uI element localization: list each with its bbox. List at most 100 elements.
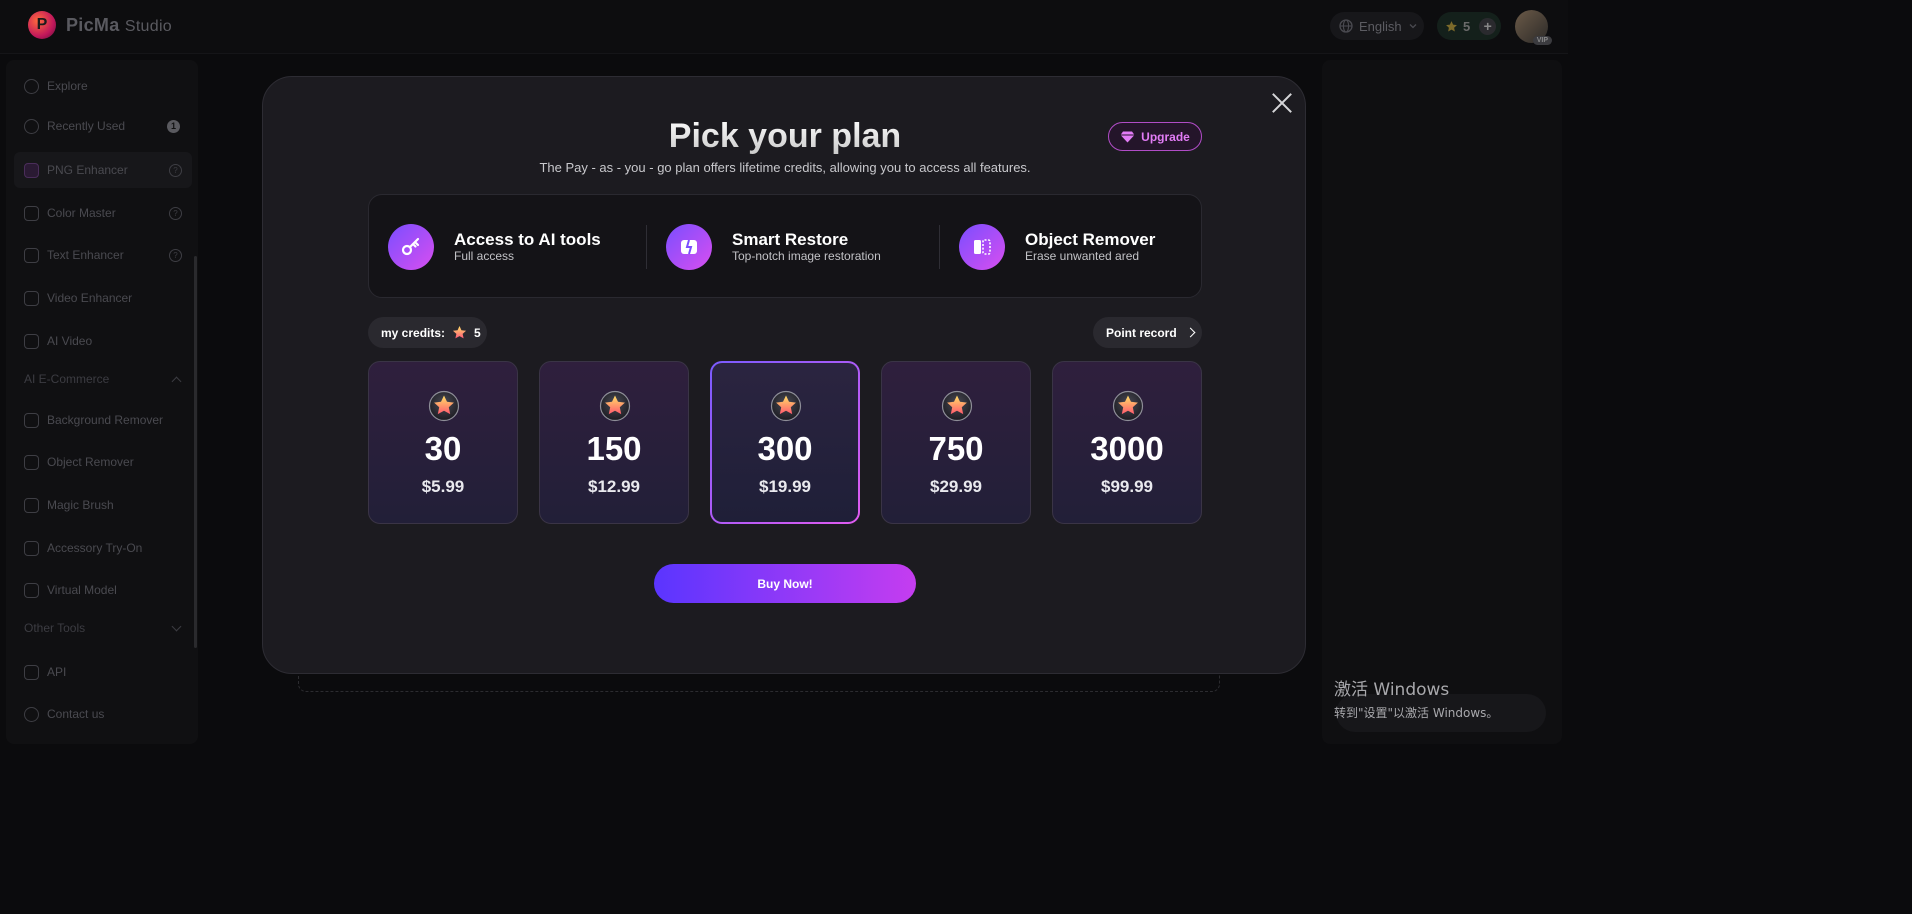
sidebar-item-virtual-model[interactable]: Virtual Model xyxy=(14,572,192,608)
plan-price: $5.99 xyxy=(421,477,465,496)
video-icon xyxy=(24,290,39,306)
plan-list: 30 $5.99 150 $12.99 300 $19.99 750 $29.9… xyxy=(368,361,1202,524)
sidebar-item-label: API xyxy=(47,665,67,679)
features-panel: Access to AI tools Full access Smart Res… xyxy=(368,194,1202,298)
feature-subtitle: Erase unwanted ared xyxy=(1025,249,1140,263)
accessory-icon xyxy=(24,540,39,556)
user-avatar[interactable]: VIP xyxy=(1515,10,1552,45)
plan-credits: 300 xyxy=(757,430,813,467)
chevron-down-icon xyxy=(171,621,182,632)
plan-credits: 30 xyxy=(424,430,462,467)
sidebar-item-label: Recently Used xyxy=(47,119,126,133)
sidebar-item-png-enhancer[interactable]: PNG Enhancer ? xyxy=(14,152,192,188)
sidebar-item-contact-us[interactable]: Contact us xyxy=(14,696,192,732)
upgrade-button[interactable]: Upgrade xyxy=(1108,122,1202,151)
feature-divider xyxy=(939,225,940,269)
sidebar-item-label: Object Remover xyxy=(47,455,134,469)
brush-icon xyxy=(24,497,39,513)
sidebar-item-label: PNG Enhancer xyxy=(47,163,128,177)
eraser-icon xyxy=(959,224,1005,270)
restore-icon xyxy=(666,224,712,270)
sidebar-item-color-master[interactable]: Color Master ? xyxy=(14,195,192,231)
feature-subtitle: Top-notch image restoration xyxy=(732,249,881,263)
sidebar-item-ai-video[interactable]: AI Video xyxy=(14,323,192,359)
plan-card-750[interactable]: 750 $29.99 xyxy=(881,361,1031,524)
globe-icon xyxy=(1339,19,1353,33)
sidebar-item-label: AI Video xyxy=(47,334,93,348)
sidebar-item-label: Explore xyxy=(47,79,88,93)
sidebar-item-accessory-try-on[interactable]: Accessory Try-On xyxy=(14,530,192,566)
sidebar-item-magic-brush[interactable]: Magic Brush xyxy=(14,487,192,523)
model-icon xyxy=(24,582,39,598)
sidebar-item-label: Text Enhancer xyxy=(47,248,124,262)
explore-icon xyxy=(24,78,39,94)
point-record-button[interactable]: Point record xyxy=(1093,317,1202,348)
contact-icon xyxy=(24,706,39,722)
section-label: Other Tools xyxy=(24,621,86,635)
sidebar-item-object-remover[interactable]: Object Remover xyxy=(14,444,192,480)
api-icon xyxy=(24,664,39,680)
section-label: AI E-Commerce xyxy=(24,372,110,386)
key-icon xyxy=(388,224,434,270)
picma-logo: P xyxy=(28,11,56,39)
plan-credits: 150 xyxy=(586,430,642,467)
chevron-up-icon xyxy=(171,376,182,387)
feature-title: Object Remover xyxy=(1025,230,1156,249)
vip-badge: VIP xyxy=(1532,36,1552,45)
language-selector[interactable]: English xyxy=(1330,12,1424,40)
chevron-down-icon xyxy=(1409,24,1417,29)
brand[interactable]: P PicMa Studio xyxy=(28,11,172,39)
my-credits: my credits: 5 xyxy=(368,317,487,348)
plan-price: $29.99 xyxy=(930,477,982,496)
sidebar-item-recently-used[interactable]: Recently Used 1 xyxy=(14,108,192,144)
add-credits-button[interactable]: + xyxy=(1479,17,1497,35)
help-icon[interactable]: ? xyxy=(169,206,182,220)
sidebar-item-text-enhancer[interactable]: Text Enhancer ? xyxy=(14,237,192,273)
sidebar-item-api[interactable]: API xyxy=(14,654,192,690)
watermark-line-1: 激活 Windows xyxy=(1334,680,1450,700)
section-other-tools[interactable]: Other Tools xyxy=(14,616,192,640)
sidebar-item-video-enhancer[interactable]: Video Enhancer xyxy=(14,280,192,316)
help-icon[interactable]: ? xyxy=(169,248,182,262)
sidebar-item-label: Background Remover xyxy=(47,413,164,427)
point-record-label: Point record xyxy=(1106,325,1177,340)
sidebar-item-explore[interactable]: Explore xyxy=(14,68,192,104)
background-remover-icon xyxy=(24,412,39,428)
feature-subtitle: Full access xyxy=(454,249,515,263)
my-credits-value: 5 xyxy=(474,325,481,340)
ai-video-icon xyxy=(24,333,39,349)
header-credits-value: 5 xyxy=(1463,18,1471,34)
object-remover-icon xyxy=(24,454,39,470)
feature-divider xyxy=(646,225,647,269)
recent-count-badge: 1 xyxy=(167,119,180,133)
plan-card-300[interactable]: 300 $19.99 xyxy=(710,361,860,524)
buy-now-button[interactable]: Buy Now! xyxy=(654,564,916,603)
section-ai-ecommerce[interactable]: AI E-Commerce xyxy=(14,367,192,391)
diamond-icon xyxy=(1120,131,1135,142)
sidebar-item-label: Magic Brush xyxy=(47,498,114,512)
plan-card-30[interactable]: 30 $5.99 xyxy=(368,361,518,524)
star-coin-icon xyxy=(941,390,973,422)
help-icon[interactable]: ? xyxy=(169,163,182,177)
star-coin-icon xyxy=(1112,390,1144,422)
plan-card-3000[interactable]: 3000 $99.99 xyxy=(1052,361,1202,524)
brand-name: PicMa Studio xyxy=(66,14,173,35)
feature-title: Smart Restore xyxy=(732,230,849,249)
plan-price: $12.99 xyxy=(588,477,640,496)
sidebar-scrollbar[interactable] xyxy=(194,256,197,648)
plan-credits: 3000 xyxy=(1090,430,1164,467)
close-icon[interactable] xyxy=(1271,92,1293,114)
sidebar-item-background-remover[interactable]: Background Remover xyxy=(14,402,192,438)
sidebar-item-label: Accessory Try-On xyxy=(47,541,143,555)
right-panel xyxy=(1322,60,1562,744)
upgrade-label: Upgrade xyxy=(1141,129,1190,144)
feature-title: Access to AI tools xyxy=(454,230,601,249)
sidebar-item-label: Contact us xyxy=(47,707,105,721)
language-label: English xyxy=(1359,18,1402,34)
header-credits[interactable]: 5 + xyxy=(1437,12,1501,40)
star-icon xyxy=(1446,20,1457,31)
sidebar: Explore Recently Used 1 PNG Enhancer ? C… xyxy=(6,60,198,744)
star-coin-icon xyxy=(770,390,802,422)
windows-activation-watermark: 激活 Windows 转到"设置"以激活 Windows。 xyxy=(1334,675,1498,721)
plan-card-150[interactable]: 150 $12.99 xyxy=(539,361,689,524)
